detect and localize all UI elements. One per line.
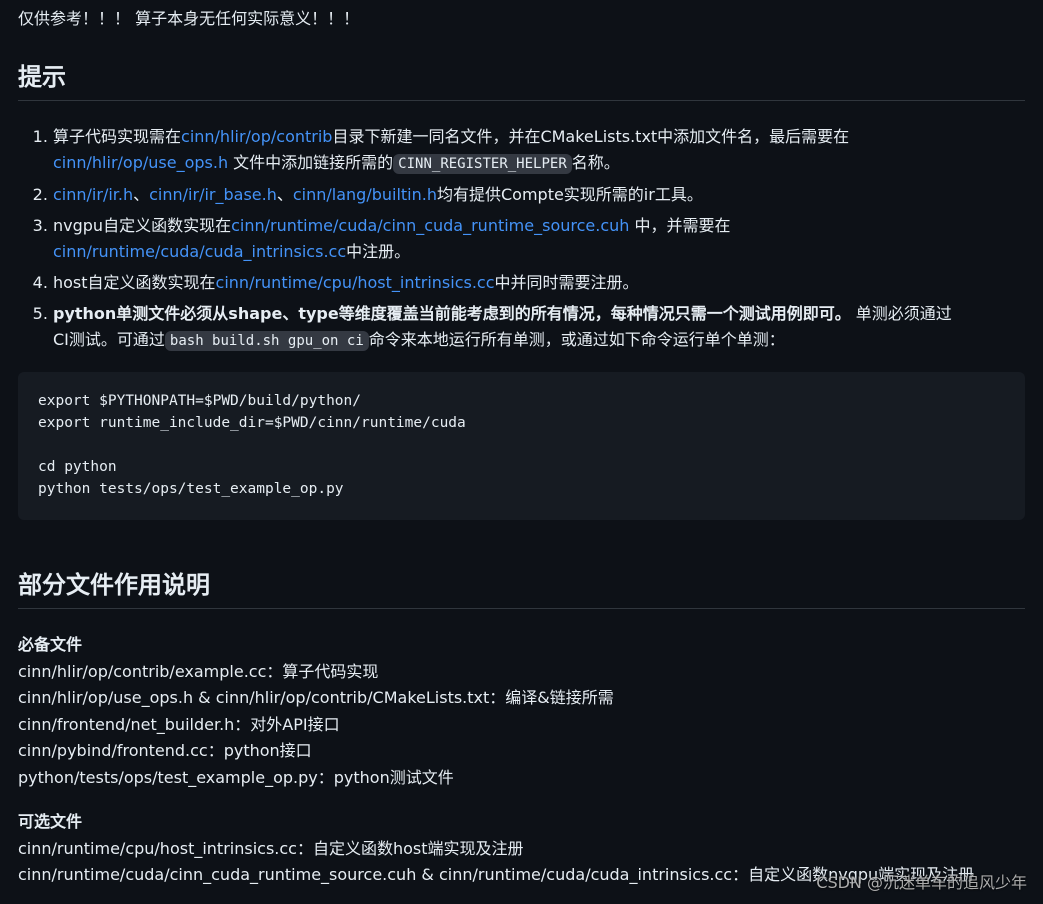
code-block[interactable]: export $PYTHONPATH=$PWD/build/python/exp… [18,372,1025,520]
text-span: 、 [133,185,150,204]
file-link[interactable]: cinn/hlir/op/contrib [181,127,332,146]
file-line: python/tests/ops/test_example_op.py：pyth… [18,767,454,787]
tips-item-4: host自定义函数实现在cinn/runtime/cpu/host_intrin… [53,270,1025,296]
text-span: 单测必须通过 [850,304,952,323]
code-line: export runtime_include_dir=$PWD/cinn/run… [38,415,466,431]
tips-item-1: 算子代码实现需在cinn/hlir/op/contrib目录下新建一同名文件，并… [53,124,1025,177]
code-line: cd python [38,459,117,475]
file-line: cinn/frontend/net_builder.h：对外API接口 [18,714,340,734]
code-line: export $PYTHONPATH=$PWD/build/python/ [38,393,362,409]
text-span: 算子代码实现需在 [53,127,182,146]
bold-text: python单测文件必须从shape、type等维度覆盖当前能考虑到的所有情况，… [53,304,851,323]
tips-item-3: nvgpu自定义函数实现在cinn/runtime/cuda/cinn_cuda… [53,213,1025,265]
text-span: 中并同时需要注册。 [494,273,639,292]
file-line: cinn/hlir/op/use_ops.h & cinn/hlir/op/co… [18,688,614,707]
inline-code: CINN_REGISTER_HELPER [393,154,572,174]
text-span: 文件中添加链接所需的 [228,153,394,172]
file-line: cinn/hlir/op/contrib/example.cc：算子代码实现 [18,661,379,681]
file-link[interactable]: cinn/hlir/op/use_ops.h [53,153,228,172]
file-link[interactable]: cinn/runtime/cpu/host_intrinsics.cc [216,273,495,292]
file-link[interactable]: cinn/ir/ir.h [53,185,133,204]
text-span: 中注册。 [346,242,411,261]
text-span: 均有提供Compte实现所需的ir工具。 [436,185,703,204]
required-files-title: 必备文件 [18,635,83,654]
file-link[interactable]: cinn/lang/builtin.h [293,185,437,204]
file-line: cinn/runtime/cpu/host_intrinsics.cc：自定义函… [18,838,524,858]
inline-code: bash build.sh gpu_on ci [164,331,369,351]
file-link[interactable]: cinn/ir/ir_base.h [149,185,277,204]
tips-heading: 提示 [18,62,1025,101]
text-span: host自定义函数实现在 [53,273,216,292]
text-span: CI测试。可通过 [53,330,165,349]
file-line: cinn/pybind/frontend.cc：python接口 [18,741,312,760]
csdn-watermark: CSDN @沉迷单车的追风少年 [816,873,1027,893]
text-span: 名称。 [571,153,620,172]
text-span: 中，并需要在 [629,216,731,235]
text-span: 、 [276,185,293,204]
disclaimer-note: 仅供参考！！！ 算子本身无任何实际意义！！！ [18,9,360,28]
text-span: 目录下新建一同名文件，并在CMakeLists.txt中添加文件名，最后需要在 [332,127,850,146]
optional-files-title: 可选文件 [18,812,83,831]
text-span: 命令来本地运行所有单测，或通过如下命令运行单个单测： [368,330,785,349]
files-heading: 部分文件作用说明 [18,570,1025,609]
tips-item-2: cinn/ir/ir.h、cinn/ir/ir_base.h、cinn/lang… [53,182,1025,208]
tips-list: 算子代码实现需在cinn/hlir/op/contrib目录下新建一同名文件，并… [18,124,1025,359]
text-span: nvgpu自定义函数实现在 [53,216,232,235]
file-link[interactable]: cinn/runtime/cuda/cinn_cuda_runtime_sour… [231,216,629,235]
code-line: python tests/ops/test_example_op.py [38,481,344,497]
required-files-section: 必备文件 cinn/hlir/op/contrib/example.cc：算子代… [18,632,614,791]
file-link[interactable]: cinn/runtime/cuda/cuda_intrinsics.cc [53,242,346,261]
tips-item-5: python单测文件必须从shape、type等维度覆盖当前能考虑到的所有情况，… [53,301,1025,354]
